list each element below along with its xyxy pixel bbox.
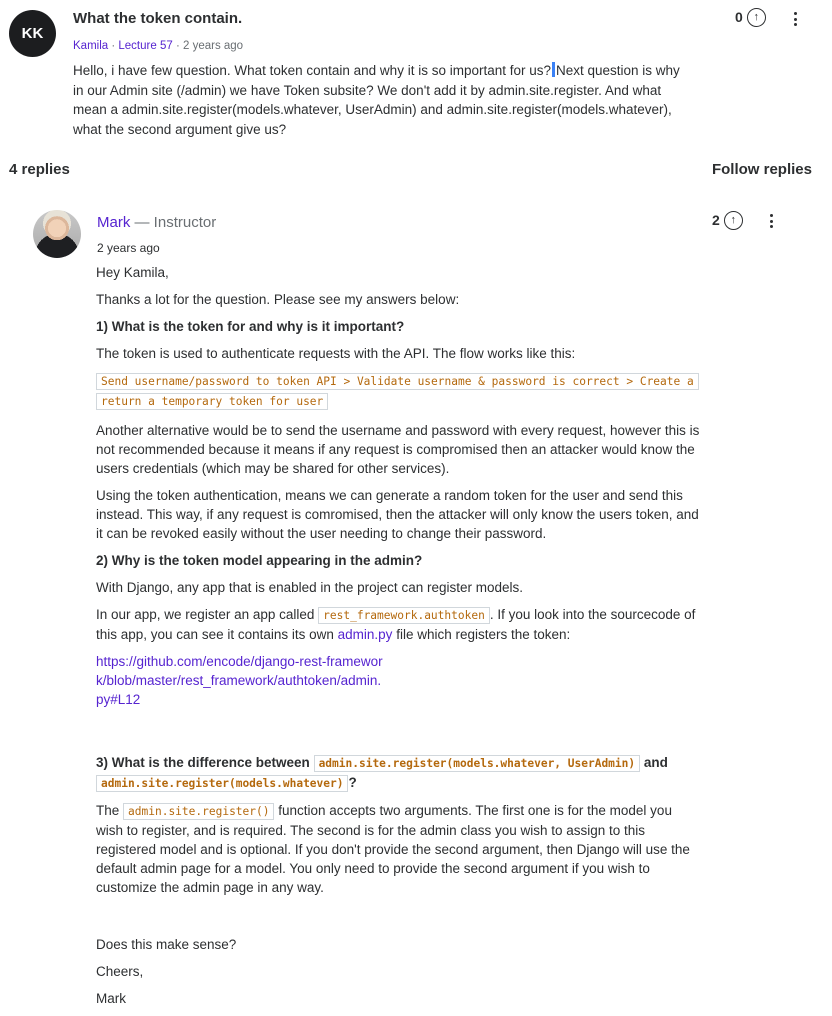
avatar[interactable] <box>33 210 81 258</box>
inline-code: admin.site.register(models.whatever, Use… <box>313 755 641 772</box>
reply-paragraph: The token is used to authenticate reques… <box>96 346 576 361</box>
reply-paragraph: In our app, we register an app called re… <box>96 605 700 644</box>
question-vote: 0 ↑ <box>735 8 766 27</box>
replies-count: 4 replies <box>9 161 70 178</box>
arrow-up-circle-icon[interactable]: ↑ <box>723 211 743 230</box>
question-time: 2 years ago <box>182 40 244 52</box>
reply-vote: 2 ↑ <box>712 211 743 230</box>
text: In our app, we register an app called <box>96 607 315 622</box>
admin-py-link[interactable]: admin.py <box>338 627 393 642</box>
text: ? <box>348 775 357 790</box>
reply-vote-count: 2 <box>712 212 720 228</box>
avatar[interactable]: KK <box>9 10 56 57</box>
text-cursor <box>552 62 555 77</box>
inline-code: admin.site.register() <box>123 803 275 820</box>
reply-paragraph: Cheers, <box>96 964 144 979</box>
text: 3) What is the difference between <box>96 755 310 770</box>
reply-role: — Instructor <box>134 214 217 231</box>
github-url-link[interactable]: https://github.com/encode/django-rest-fr… <box>96 654 383 707</box>
question-meta: Kamila · Lecture 57 · 2 years ago <box>73 40 244 52</box>
reply-heading-1: 1) What is the token for and why is it i… <box>96 319 405 334</box>
follow-replies-button[interactable]: Follow replies <box>712 160 812 179</box>
question-author-link[interactable]: Kamila <box>73 40 108 52</box>
flow-code: Send username/password to token API > Va… <box>96 373 699 410</box>
reply-author-link[interactable]: Mark <box>97 214 130 231</box>
reply-paragraph: Does this make sense? <box>96 937 237 952</box>
kebab-menu-icon[interactable] <box>789 11 801 27</box>
reply-intro: Thanks a lot for the question. Please se… <box>96 292 460 307</box>
arrow-up-circle-icon[interactable]: ↑ <box>746 8 766 27</box>
reply-paragraph: Using the token authentication, means we… <box>96 488 699 541</box>
reply-paragraph: Another alternative would be to send the… <box>96 423 700 476</box>
inline-code: rest_framework.authtoken <box>318 607 490 624</box>
avatar-initials: KK <box>21 25 44 42</box>
text: file which registers the token: <box>396 627 571 642</box>
reply-greeting: Hey Kamila, <box>96 265 169 280</box>
reply-signature: Mark <box>96 991 126 1006</box>
kebab-menu-icon[interactable] <box>765 213 777 229</box>
inline-code: admin.site.register(models.whatever) <box>96 775 349 792</box>
reply-flow: Send username/password to token API > Va… <box>96 371 700 411</box>
reply-heading-3: 3) What is the difference between admin.… <box>96 753 700 793</box>
text: and <box>643 755 668 770</box>
question: KK What the token contain. Kamila · Lect… <box>0 0 832 150</box>
question-body: Hello, i have few question. What token c… <box>73 61 683 139</box>
replies-bar: 4 replies Follow replies <box>9 160 812 179</box>
question-body-part1: Hello, i have few question. What token c… <box>73 63 551 78</box>
text: The <box>96 803 120 818</box>
reply-paragraph: The admin.site.register() function accep… <box>96 801 700 897</box>
question-vote-count: 0 <box>735 9 743 25</box>
github-url-paragraph: https://github.com/encode/django-rest-fr… <box>96 652 386 709</box>
reply-time: 2 years ago <box>97 241 160 255</box>
lecture-link[interactable]: Lecture 57 <box>118 40 172 52</box>
question-title: What the token contain. <box>73 10 243 27</box>
reply-body: Hey Kamila, Thanks a lot for the questio… <box>96 263 700 1016</box>
reply-heading-2: 2) Why is the token model appearing in t… <box>96 553 423 568</box>
reply-header: Mark — Instructor <box>97 213 216 232</box>
reply-paragraph: With Django, any app that is enabled in … <box>96 580 523 595</box>
